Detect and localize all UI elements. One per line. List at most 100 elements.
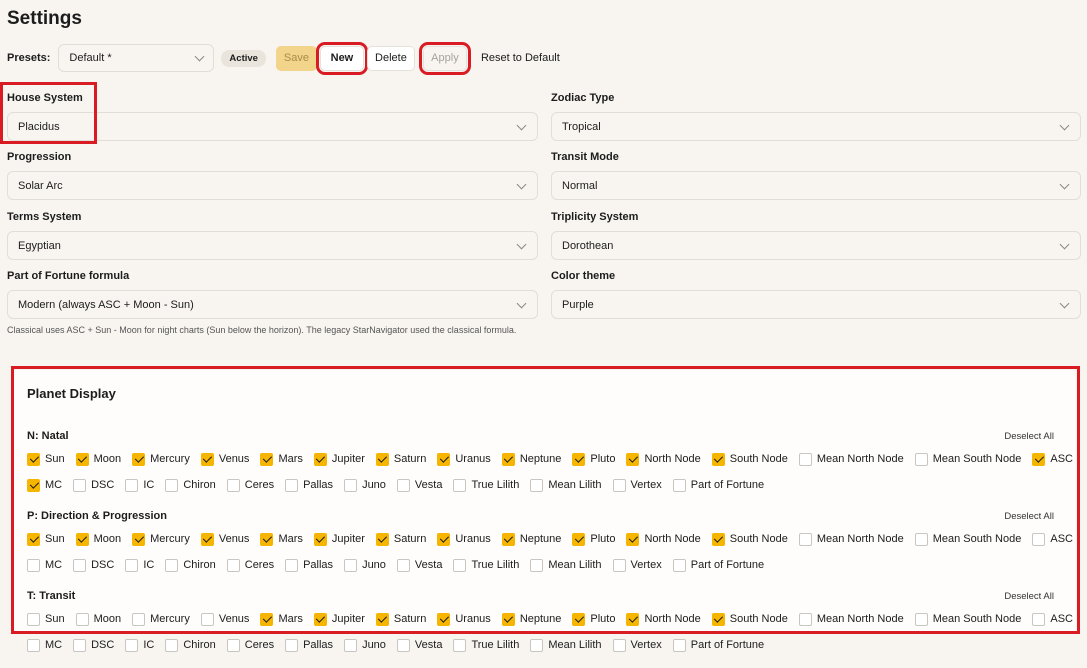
- checkbox-jupiter[interactable]: Jupiter: [313, 532, 365, 546]
- checkbox-pallas[interactable]: Pallas: [285, 558, 333, 572]
- reset-to-default-button[interactable]: Reset to Default: [481, 52, 560, 64]
- checkbox-chiron[interactable]: Chiron: [165, 638, 216, 652]
- checkbox-mean-south-node[interactable]: Mean South Node: [914, 452, 1021, 466]
- deselect-all-natal[interactable]: Deselect All: [1004, 431, 1054, 442]
- checkbox-moon[interactable]: Moon: [75, 612, 121, 626]
- checkbox-mars[interactable]: Mars: [260, 612, 303, 626]
- checkbox-checked-icon[interactable]: [313, 612, 327, 626]
- checkbox-unchecked-icon[interactable]: [612, 638, 626, 652]
- checkbox-mercury[interactable]: Mercury: [132, 612, 190, 626]
- checkbox-unchecked-icon[interactable]: [612, 478, 626, 492]
- checkbox-unchecked-icon[interactable]: [285, 478, 299, 492]
- checkbox-ceres[interactable]: Ceres: [226, 638, 274, 652]
- checkbox-vertex[interactable]: Vertex: [612, 638, 662, 652]
- checkbox-unchecked-icon[interactable]: [396, 558, 410, 572]
- checkbox-juno[interactable]: Juno: [344, 478, 386, 492]
- checkbox-checked-icon[interactable]: [260, 452, 274, 466]
- checkbox-part-of-fortune[interactable]: Part of Fortune: [672, 558, 764, 572]
- checkbox-moon[interactable]: Moon: [75, 532, 121, 546]
- color-theme-select[interactable]: Purple: [551, 290, 1081, 319]
- checkbox-dsc[interactable]: DSC: [73, 638, 114, 652]
- checkbox-jupiter[interactable]: Jupiter: [313, 452, 365, 466]
- checkbox-uranus[interactable]: Uranus: [437, 612, 491, 626]
- checkbox-unchecked-icon[interactable]: [344, 638, 358, 652]
- checkbox-juno[interactable]: Juno: [344, 638, 386, 652]
- checkbox-unchecked-icon[interactable]: [453, 478, 467, 492]
- checkbox-jupiter[interactable]: Jupiter: [313, 612, 365, 626]
- checkbox-vertex[interactable]: Vertex: [612, 478, 662, 492]
- checkbox-neptune[interactable]: Neptune: [501, 612, 561, 626]
- checkbox-checked-icon[interactable]: [27, 452, 40, 466]
- transit-mode-select[interactable]: Normal: [551, 171, 1081, 200]
- checkbox-chiron[interactable]: Chiron: [165, 558, 216, 572]
- checkbox-checked-icon[interactable]: [437, 612, 451, 626]
- checkbox-mc[interactable]: MC: [27, 558, 62, 572]
- checkbox-juno[interactable]: Juno: [344, 558, 386, 572]
- checkbox-unchecked-icon[interactable]: [672, 558, 686, 572]
- checkbox-unchecked-icon[interactable]: [125, 478, 139, 492]
- checkbox-unchecked-icon[interactable]: [75, 612, 89, 626]
- checkbox-unchecked-icon[interactable]: [125, 558, 139, 572]
- checkbox-checked-icon[interactable]: [27, 532, 40, 546]
- checkbox-checked-icon[interactable]: [711, 612, 725, 626]
- checkbox-unchecked-icon[interactable]: [396, 638, 410, 652]
- checkbox-checked-icon[interactable]: [572, 532, 586, 546]
- checkbox-asc[interactable]: ASC: [1032, 532, 1073, 546]
- checkbox-unchecked-icon[interactable]: [27, 638, 40, 652]
- checkbox-mean-south-node[interactable]: Mean South Node: [914, 612, 1021, 626]
- checkbox-south-node[interactable]: South Node: [711, 612, 788, 626]
- checkbox-asc[interactable]: ASC: [1032, 452, 1073, 466]
- checkbox-unchecked-icon[interactable]: [914, 612, 928, 626]
- checkbox-checked-icon[interactable]: [501, 452, 515, 466]
- checkbox-unchecked-icon[interactable]: [27, 612, 40, 626]
- checkbox-unchecked-icon[interactable]: [1032, 532, 1046, 546]
- checkbox-unchecked-icon[interactable]: [73, 478, 87, 492]
- checkbox-south-node[interactable]: South Node: [711, 452, 788, 466]
- terms-system-select[interactable]: Egyptian: [7, 231, 538, 260]
- checkbox-checked-icon[interactable]: [313, 532, 327, 546]
- checkbox-venus[interactable]: Venus: [200, 532, 249, 546]
- checkbox-saturn[interactable]: Saturn: [375, 612, 426, 626]
- checkbox-unchecked-icon[interactable]: [453, 558, 467, 572]
- checkbox-true-lilith[interactable]: True Lilith: [453, 638, 519, 652]
- house-system-select[interactable]: Placidus: [7, 112, 538, 141]
- triplicity-system-select[interactable]: Dorothean: [551, 231, 1081, 260]
- checkbox-ic[interactable]: IC: [125, 478, 154, 492]
- checkbox-checked-icon[interactable]: [1032, 452, 1046, 466]
- checkbox-unchecked-icon[interactable]: [226, 638, 240, 652]
- checkbox-vertex[interactable]: Vertex: [612, 558, 662, 572]
- checkbox-dsc[interactable]: DSC: [73, 478, 114, 492]
- checkbox-unchecked-icon[interactable]: [200, 612, 214, 626]
- checkbox-checked-icon[interactable]: [260, 532, 274, 546]
- checkbox-unchecked-icon[interactable]: [798, 452, 812, 466]
- part-of-fortune-select[interactable]: Modern (always ASC + Moon - Sun): [7, 290, 538, 319]
- checkbox-unchecked-icon[interactable]: [165, 558, 179, 572]
- checkbox-unchecked-icon[interactable]: [226, 558, 240, 572]
- checkbox-chiron[interactable]: Chiron: [165, 478, 216, 492]
- checkbox-checked-icon[interactable]: [626, 532, 640, 546]
- checkbox-vesta[interactable]: Vesta: [396, 558, 442, 572]
- checkbox-mean-north-node[interactable]: Mean North Node: [798, 452, 904, 466]
- checkbox-checked-icon[interactable]: [27, 478, 40, 492]
- checkbox-unchecked-icon[interactable]: [914, 452, 928, 466]
- checkbox-unchecked-icon[interactable]: [344, 558, 358, 572]
- checkbox-neptune[interactable]: Neptune: [501, 452, 561, 466]
- checkbox-pluto[interactable]: Pluto: [572, 532, 615, 546]
- checkbox-pluto[interactable]: Pluto: [572, 612, 615, 626]
- checkbox-saturn[interactable]: Saturn: [375, 532, 426, 546]
- checkbox-unchecked-icon[interactable]: [798, 612, 812, 626]
- checkbox-checked-icon[interactable]: [711, 452, 725, 466]
- checkbox-checked-icon[interactable]: [375, 612, 389, 626]
- deselect-all-transit[interactable]: Deselect All: [1004, 591, 1054, 602]
- checkbox-mean-north-node[interactable]: Mean North Node: [798, 532, 904, 546]
- checkbox-unchecked-icon[interactable]: [530, 638, 544, 652]
- checkbox-unchecked-icon[interactable]: [453, 638, 467, 652]
- delete-button[interactable]: Delete: [366, 45, 415, 71]
- checkbox-saturn[interactable]: Saturn: [375, 452, 426, 466]
- checkbox-checked-icon[interactable]: [313, 452, 327, 466]
- checkbox-unchecked-icon[interactable]: [672, 638, 686, 652]
- checkbox-south-node[interactable]: South Node: [711, 532, 788, 546]
- checkbox-checked-icon[interactable]: [260, 612, 274, 626]
- checkbox-unchecked-icon[interactable]: [612, 558, 626, 572]
- checkbox-ceres[interactable]: Ceres: [226, 558, 274, 572]
